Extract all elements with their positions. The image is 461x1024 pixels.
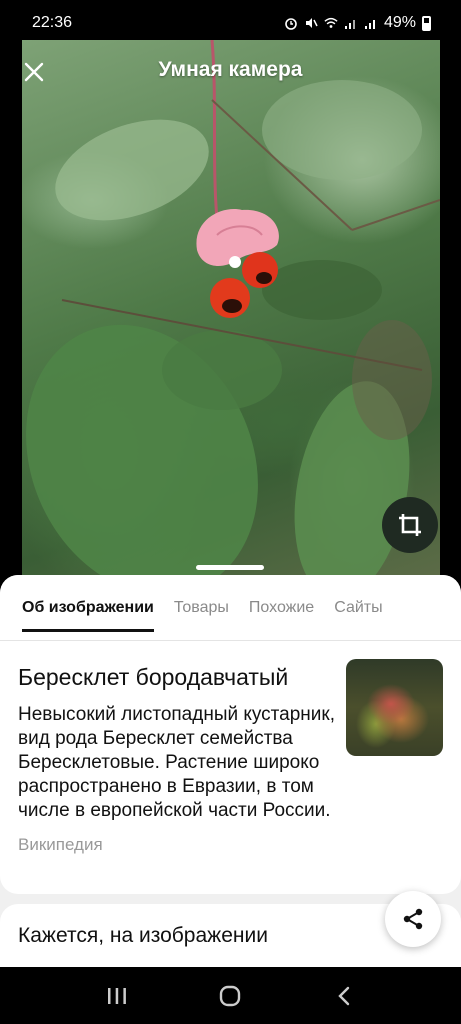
result-title: Бересклет бородавчатый — [18, 664, 289, 690]
home-icon — [220, 985, 241, 1006]
share-button[interactable] — [385, 891, 441, 947]
back-icon — [338, 986, 350, 1005]
wifi-icon — [324, 16, 338, 30]
signal-icon — [364, 16, 378, 30]
tab-about-image[interactable]: Об изображении — [22, 599, 154, 632]
camera-photo[interactable] — [22, 40, 440, 585]
battery-icon — [422, 15, 431, 31]
result-card[interactable]: Бересклет бородавчатый Невысокий листопа… — [0, 641, 461, 894]
results-tabs: Об изображении Товары Похожие Сайты — [0, 575, 461, 641]
signal-icon — [344, 16, 358, 30]
result-source-link[interactable]: Википедия — [18, 835, 443, 855]
back-button[interactable] — [324, 976, 364, 1016]
result-thumbnail[interactable] — [346, 659, 443, 756]
recents-button[interactable] — [97, 976, 137, 1016]
status-icons — [284, 16, 378, 30]
crop-button[interactable] — [382, 497, 438, 553]
share-icon — [403, 908, 423, 930]
tab-similar[interactable]: Похожие — [249, 599, 314, 617]
tab-sites[interactable]: Сайты — [334, 599, 382, 617]
system-nav-bar — [0, 967, 461, 1024]
battery-percent: 49% — [383, 14, 416, 31]
home-button[interactable] — [210, 976, 250, 1016]
status-right: 49% — [284, 14, 431, 32]
detected-objects-title: Кажется, на изображении — [18, 924, 268, 947]
mute-icon — [304, 16, 318, 30]
crop-icon — [399, 514, 421, 536]
tab-products[interactable]: Товары — [174, 599, 229, 617]
camera-title: Умная камера — [158, 58, 303, 81]
result-description: Невысокий листопадный кустарник, вид род… — [18, 704, 336, 821]
recents-icon — [107, 987, 126, 1004]
alarm-icon — [284, 16, 298, 30]
sheet-drag-handle[interactable] — [196, 565, 264, 570]
status-time: 22:36 — [32, 14, 73, 31]
plant-illustration — [26, 40, 440, 585]
